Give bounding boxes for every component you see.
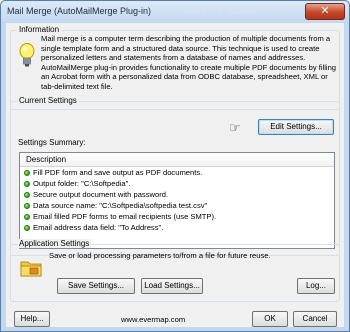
list-item[interactable]: Fill PDF form and save output as PDF doc… <box>20 167 334 178</box>
list-item-text: Secure output document with password. <box>33 190 169 199</box>
help-button[interactable]: Help... <box>14 311 50 327</box>
list-item[interactable]: Email address data field: "To Address". <box>20 222 334 233</box>
save-settings-button[interactable]: Save Settings... <box>57 278 135 294</box>
load-settings-button[interactable]: Load Settings... <box>141 278 203 294</box>
list-item[interactable]: Data source name: "C:\Softpedia\softpedi… <box>20 200 334 211</box>
pointing-hand-icon: ☞ <box>229 120 241 135</box>
close-icon: ✕ <box>320 5 330 17</box>
application-settings-text: Save or load processing parameters to/fr… <box>49 251 271 260</box>
status-dot-icon <box>24 191 30 198</box>
status-dot-icon <box>24 169 30 176</box>
list-item[interactable]: Email filled PDF forms to email recipien… <box>20 211 334 222</box>
folder-icon <box>20 261 42 277</box>
dialog-body: Information Mail merge is a computer ter… <box>6 23 344 327</box>
info-line: an Acrobat form with a personalized data… <box>41 72 328 82</box>
status-dot-icon <box>24 202 30 209</box>
list-item[interactable]: Output folder: "C:\Softpedia". <box>20 178 334 189</box>
window-title: Mail Merge (AutoMailMerge Plug-in) <box>7 6 152 16</box>
close-button[interactable]: ✕ <box>305 3 345 20</box>
information-label: Information <box>17 25 62 34</box>
application-settings-group: Application Settings Save or load proces… <box>10 239 340 302</box>
list-item-text: Email filled PDF forms to email recipien… <box>33 212 217 221</box>
list-header-description[interactable]: Description <box>20 153 334 167</box>
status-dot-icon <box>24 224 30 231</box>
current-settings-label: Current Settings <box>17 96 79 105</box>
current-settings-group: Current Settings ☞ Edit Settings... Sett… <box>10 96 340 256</box>
website-link[interactable]: www.evermap.com <box>121 315 185 324</box>
status-dot-icon <box>24 180 30 187</box>
information-text: Mail merge is a computer term describing… <box>41 34 337 92</box>
info-line: tab-delimited text file. <box>41 81 113 91</box>
settings-summary-label: Settings Summary: <box>18 138 86 147</box>
watermark: SOFTPEDIA <box>183 3 261 17</box>
list-item-text: Fill PDF form and save output as PDF doc… <box>33 168 203 177</box>
list-item-text: Email address data field: "To Address". <box>33 223 164 232</box>
info-line: personalized letters and statements from… <box>41 53 306 63</box>
cancel-button[interactable]: Cancel <box>293 311 337 327</box>
log-button[interactable]: Log... <box>297 278 335 294</box>
lightbulb-icon <box>19 43 35 67</box>
ok-button[interactable]: OK <box>252 311 288 327</box>
edit-settings-button[interactable]: Edit Settings... <box>258 119 334 135</box>
list-item-text: Output folder: "C:\Softpedia". <box>33 179 131 188</box>
settings-summary-list[interactable]: Description Fill PDF form and save outpu… <box>19 152 335 249</box>
list-item[interactable]: Secure output document with password. <box>20 189 334 200</box>
title-bar[interactable]: Mail Merge (AutoMailMerge Plug-in) SOFTP… <box>1 1 349 23</box>
info-line: Mail merge is a computer term describing… <box>41 34 331 43</box>
list-item-text: Data source name: "C:\Softpedia\softpedi… <box>33 201 208 210</box>
application-settings-label: Application Settings <box>17 239 92 248</box>
info-line: AutoMailMerge plug-in provides functiona… <box>41 62 337 72</box>
mail-merge-dialog: Mail Merge (AutoMailMerge Plug-in) SOFTP… <box>0 0 350 332</box>
info-line: single template form and a structured da… <box>41 43 320 53</box>
status-dot-icon <box>24 213 30 220</box>
